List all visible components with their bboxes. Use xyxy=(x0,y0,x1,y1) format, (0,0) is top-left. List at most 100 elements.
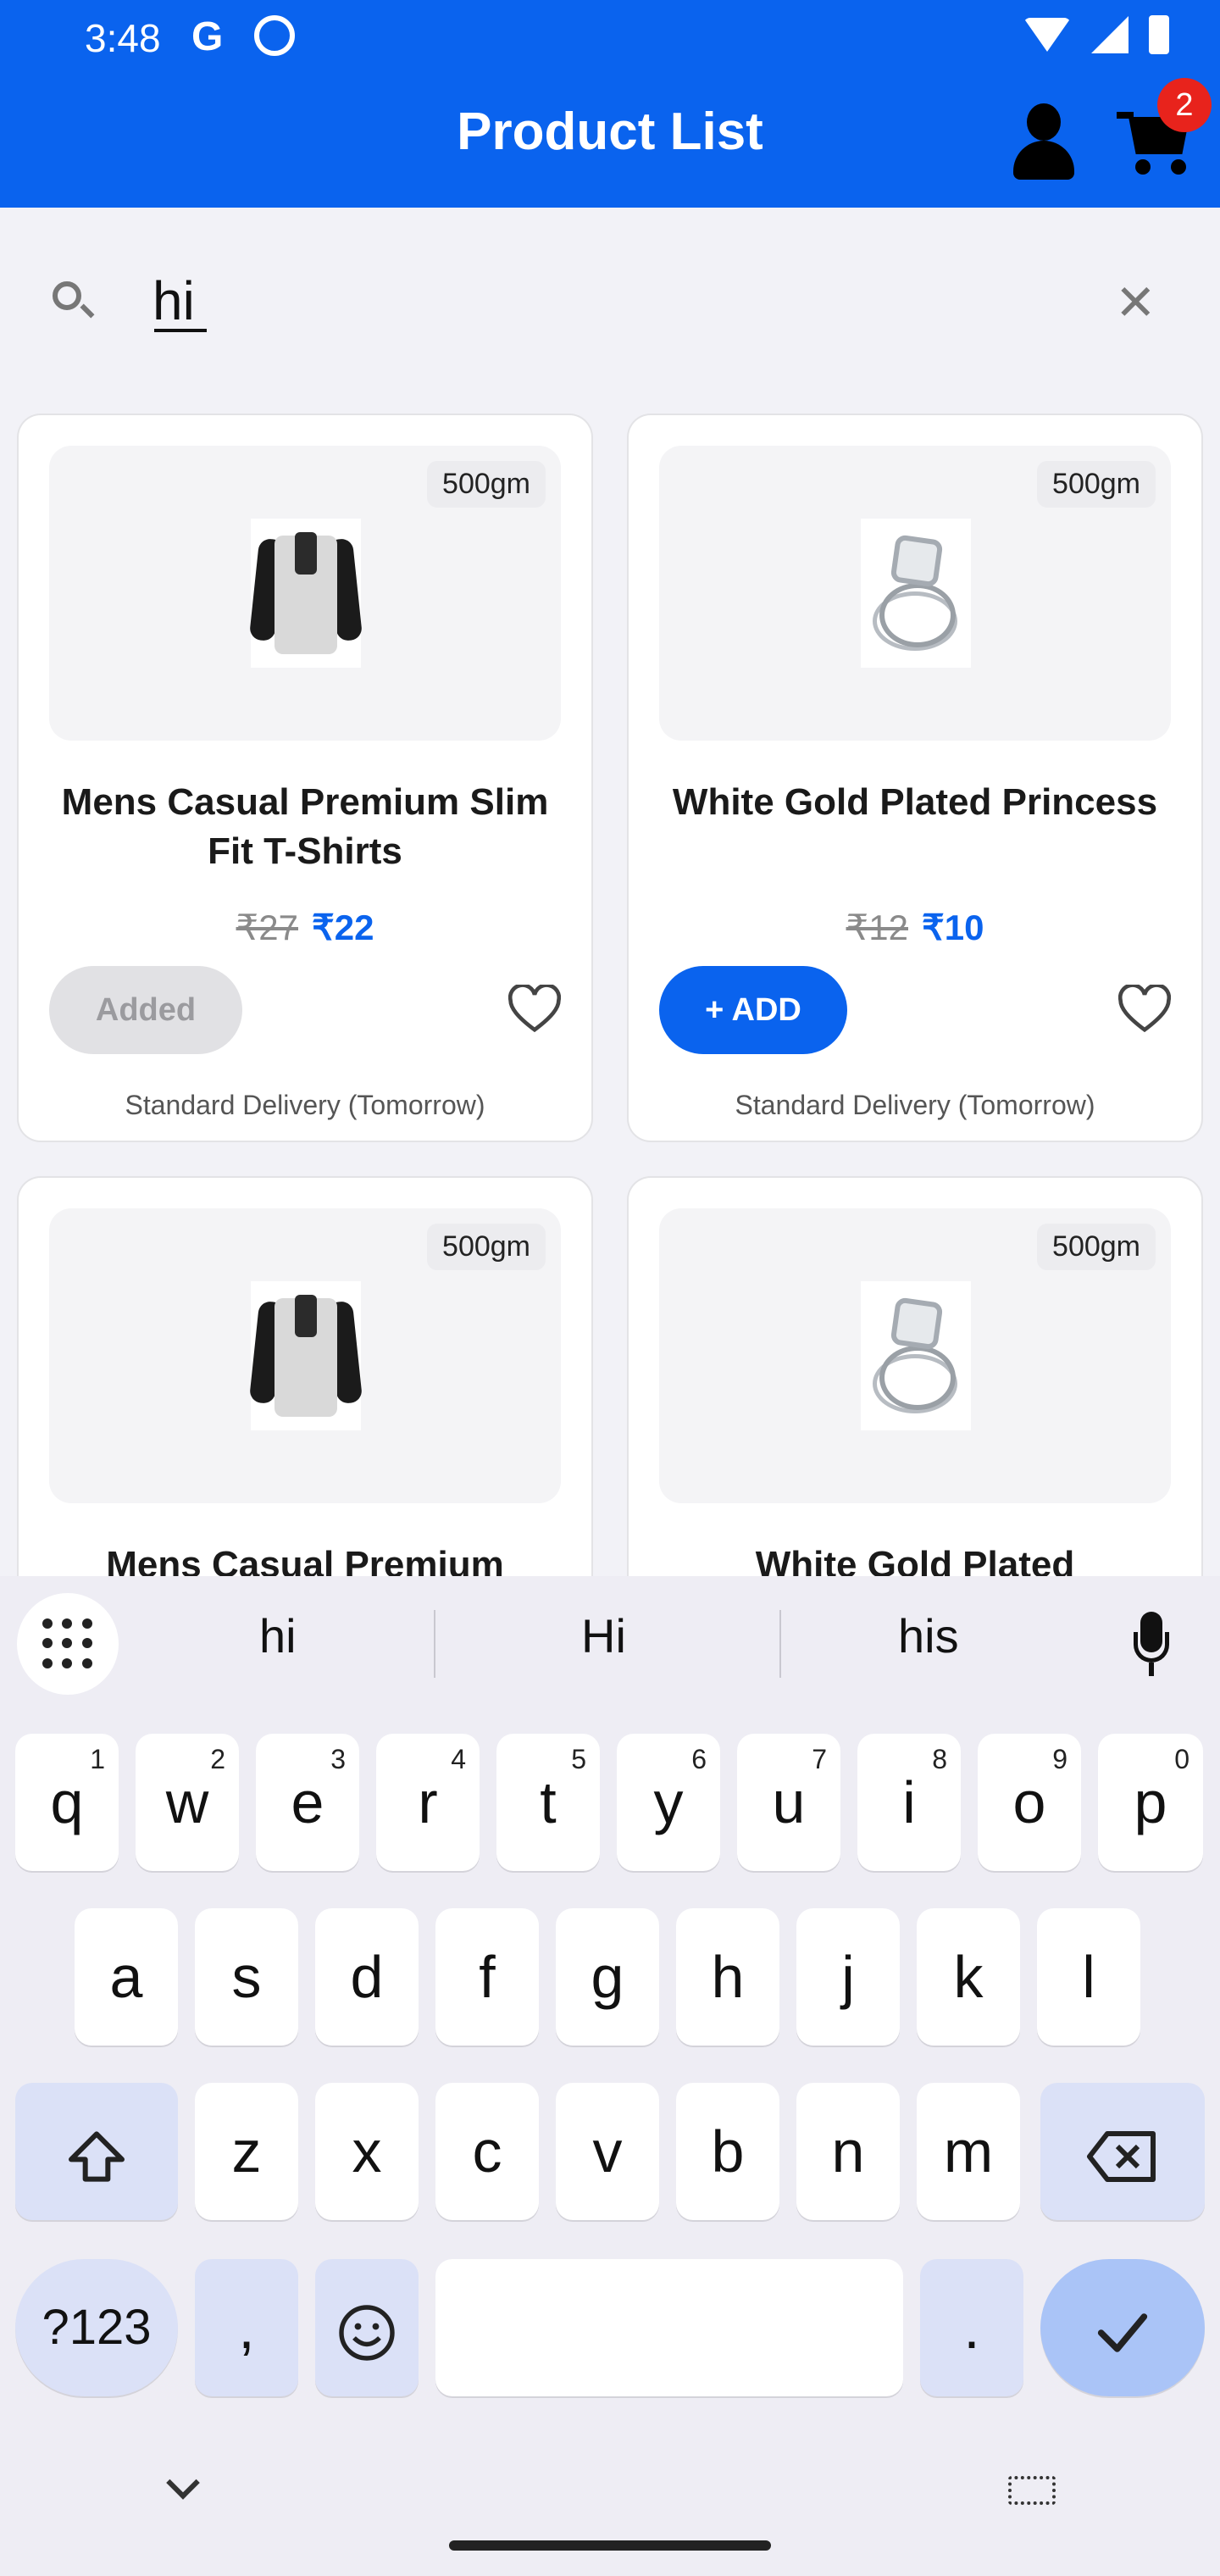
delivery-info: Standard Delivery (Tomorrow) xyxy=(125,1090,485,1120)
product-name: White Gold Plated Princess xyxy=(672,781,1158,823)
suggestion-divider xyxy=(434,1610,435,1678)
old-price: ₹27 xyxy=(236,908,298,947)
comma-key[interactable]: , xyxy=(195,2259,298,2396)
product-card[interactable]: 500gm White Gold Plated xyxy=(629,1178,1201,1576)
status-bar: 3:48 G xyxy=(0,0,1220,76)
suggestion-2[interactable]: Hi xyxy=(581,1608,626,1663)
suggestion-3[interactable]: his xyxy=(898,1608,959,1663)
key-c[interactable]: c xyxy=(435,2083,539,2220)
ring-image xyxy=(861,1281,971,1430)
search-input[interactable] xyxy=(152,258,1034,343)
battery-icon xyxy=(1149,15,1169,54)
app-header: 3:48 G Product List 2 xyxy=(0,0,1220,208)
wishlist-heart-icon[interactable] xyxy=(1118,985,1171,1035)
navigation-bar xyxy=(0,2432,1220,2576)
home-gesture-bar[interactable] xyxy=(449,2540,771,2551)
weight-badge: 500gm xyxy=(427,461,546,508)
key-z[interactable]: z xyxy=(195,2083,298,2220)
google-icon: G xyxy=(191,14,224,59)
signal-icon xyxy=(1091,16,1128,53)
hide-keyboard-chevron-icon[interactable] xyxy=(166,2466,200,2500)
new-price: ₹10 xyxy=(922,908,984,947)
key-a[interactable]: a xyxy=(75,1908,178,2046)
product-name: White Gold Plated xyxy=(755,1544,1075,1576)
space-key[interactable] xyxy=(435,2259,903,2396)
product-image-box: 500gm xyxy=(49,446,561,741)
key-k[interactable]: k xyxy=(917,1908,1020,2046)
cart-count-badge: 2 xyxy=(1157,78,1212,132)
checkmark-icon xyxy=(1097,2312,1148,2352)
product-card[interactable]: 500gm Mens Casual Premium xyxy=(19,1178,591,1576)
notification-app-icon xyxy=(254,15,295,56)
tshirt-image xyxy=(248,1281,363,1430)
on-screen-keyboard: hi Hi his q1 w2 e3 r4 t5 y6 u7 i8 o9 p0 … xyxy=(0,1576,1220,2576)
key-x[interactable]: x xyxy=(315,2083,419,2220)
enter-key[interactable] xyxy=(1040,2259,1205,2396)
old-price: ₹12 xyxy=(846,908,908,947)
key-y[interactable]: y6 xyxy=(617,1734,720,1871)
key-u[interactable]: u7 xyxy=(737,1734,840,1871)
product-grid: 500gm Mens Casual Premium Slim Fit T-Shi… xyxy=(0,398,1220,1576)
key-o[interactable]: o9 xyxy=(978,1734,1081,1871)
weight-badge: 500gm xyxy=(427,1224,546,1270)
product-card[interactable]: 500gm White Gold Plated Princess ₹12 ₹10 … xyxy=(629,415,1201,1141)
key-f[interactable]: f xyxy=(435,1908,539,2046)
add-to-cart-button[interactable]: + ADD xyxy=(659,966,847,1054)
autocorrect-underline xyxy=(154,329,207,332)
key-g[interactable]: g xyxy=(556,1908,659,2046)
product-price: ₹27 ₹22 xyxy=(19,907,591,948)
user-profile-icon[interactable] xyxy=(1010,103,1078,180)
search-bar: ✕ xyxy=(0,208,1220,398)
key-m[interactable]: m xyxy=(917,2083,1020,2220)
weight-badge: 500gm xyxy=(1037,461,1156,508)
key-q[interactable]: q1 xyxy=(15,1734,119,1871)
new-price: ₹22 xyxy=(312,908,374,947)
key-v[interactable]: v xyxy=(556,2083,659,2220)
product-image-box: 500gm xyxy=(659,1208,1171,1503)
key-l[interactable]: l xyxy=(1037,1908,1140,2046)
product-image-box: 500gm xyxy=(49,1208,561,1503)
microphone-icon[interactable] xyxy=(1130,1612,1173,1679)
wishlist-heart-icon[interactable] xyxy=(508,985,561,1035)
added-button[interactable]: Added xyxy=(49,966,242,1054)
weight-badge: 500gm xyxy=(1037,1224,1156,1270)
suggestion-divider xyxy=(779,1610,781,1678)
key-s[interactable]: s xyxy=(195,1908,298,2046)
key-i[interactable]: i8 xyxy=(857,1734,961,1871)
search-icon xyxy=(53,281,81,310)
backspace-key[interactable] xyxy=(1040,2083,1205,2220)
key-n[interactable]: n xyxy=(796,2083,900,2220)
grid-dots-icon xyxy=(42,1618,93,1669)
clear-search-icon[interactable]: ✕ xyxy=(1115,279,1156,328)
key-b[interactable]: b xyxy=(676,2083,779,2220)
product-name: Mens Casual Premium xyxy=(106,1544,504,1576)
key-p[interactable]: p0 xyxy=(1098,1734,1203,1871)
symbols-key[interactable]: ?123 xyxy=(15,2259,178,2396)
key-e[interactable]: e3 xyxy=(256,1734,359,1871)
product-price: ₹12 ₹10 xyxy=(629,907,1201,948)
suggestion-strip: hi Hi his xyxy=(0,1576,1220,1712)
shift-key[interactable] xyxy=(15,2083,178,2220)
suggestion-1[interactable]: hi xyxy=(259,1608,297,1663)
key-j[interactable]: j xyxy=(796,1908,900,2046)
emoji-icon xyxy=(339,2304,395,2361)
key-w[interactable]: w2 xyxy=(136,1734,239,1871)
product-image-box: 500gm xyxy=(659,446,1171,741)
key-h[interactable]: h xyxy=(676,1908,779,2046)
keyboard-switch-icon[interactable] xyxy=(1008,2476,1056,2505)
key-t[interactable]: t5 xyxy=(496,1734,600,1871)
delivery-info: Standard Delivery (Tomorrow) xyxy=(735,1090,1095,1120)
key-d[interactable]: d xyxy=(315,1908,419,2046)
wifi-icon xyxy=(1023,18,1071,52)
status-icons xyxy=(1023,15,1169,54)
product-name: Mens Casual Premium Slim Fit T-Shirts xyxy=(61,781,549,872)
product-card[interactable]: 500gm Mens Casual Premium Slim Fit T-Shi… xyxy=(19,415,591,1141)
period-key[interactable]: . xyxy=(920,2259,1023,2396)
emoji-key[interactable] xyxy=(315,2259,419,2396)
key-r[interactable]: r4 xyxy=(376,1734,480,1871)
ring-image xyxy=(861,519,971,668)
status-time: 3:48 xyxy=(85,16,161,60)
tshirt-image xyxy=(248,519,363,668)
keyboard-apps-button[interactable] xyxy=(17,1593,119,1695)
backspace-icon xyxy=(1087,2130,1156,2182)
